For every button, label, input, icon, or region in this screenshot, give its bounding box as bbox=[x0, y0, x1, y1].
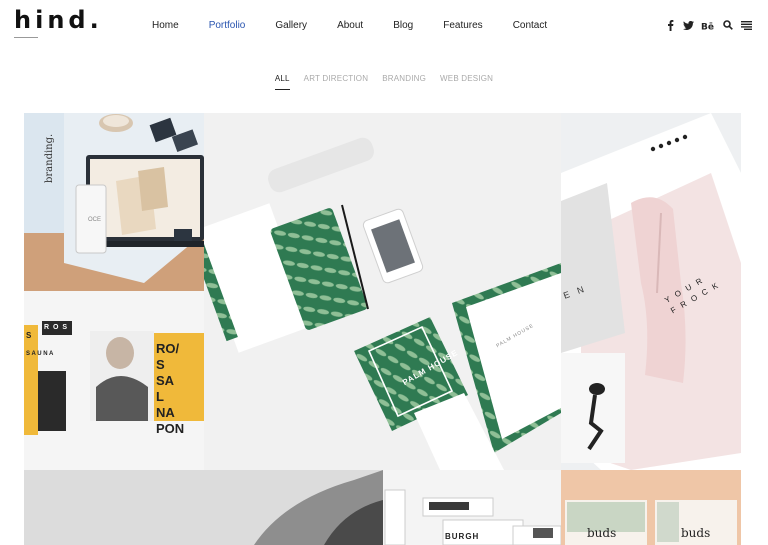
rosa-letter-1: RO/ bbox=[156, 341, 180, 356]
rosa-letter-2: S bbox=[156, 357, 165, 372]
portfolio-tile-burgh[interactable]: BURGH bbox=[383, 470, 561, 545]
portfolio-tile-palm-house[interactable]: PALM HOUSE PALM HOUSE bbox=[204, 113, 561, 470]
rosa-letter-5: NA bbox=[156, 405, 175, 420]
main-nav: Home Portfolio Gallery About Blog Featur… bbox=[152, 18, 577, 34]
portfolio-tile-portrait[interactable] bbox=[24, 470, 383, 545]
rosa-small-3: S bbox=[26, 331, 32, 340]
portfolio-filters: ALL ART DIRECTION BRANDING WEB DESIGN bbox=[0, 74, 768, 90]
svg-text:Bē: Bē bbox=[701, 22, 714, 30]
nav-item-features[interactable]: Features bbox=[443, 18, 482, 34]
portfolio-tile-rosa[interactable]: RO/ S SA L NA PON R O S S A U N A S bbox=[24, 291, 204, 470]
facebook-icon[interactable] bbox=[664, 18, 676, 32]
nav-item-about[interactable]: About bbox=[337, 18, 363, 34]
oce-label: OCE bbox=[88, 217, 102, 223]
search-icon[interactable] bbox=[722, 18, 734, 32]
nav-item-gallery[interactable]: Gallery bbox=[275, 18, 307, 34]
buds-label-1: buds bbox=[587, 526, 617, 540]
nav-item-contact[interactable]: Contact bbox=[513, 18, 547, 34]
nav-item-blog[interactable]: Blog bbox=[393, 18, 413, 34]
filter-web-design[interactable]: WEB DESIGN bbox=[440, 74, 493, 90]
behance-icon[interactable]: Bē bbox=[700, 18, 716, 32]
portfolio-tile-your-frock[interactable]: Y O U R F R O C K E N bbox=[561, 113, 741, 470]
twitter-icon[interactable] bbox=[682, 18, 694, 32]
rosa-small-1: R O S bbox=[44, 324, 69, 331]
site-logo[interactable]: hind. bbox=[14, 6, 103, 34]
filter-all[interactable]: ALL bbox=[274, 74, 290, 90]
portfolio-tile-buds[interactable]: buds buds bbox=[561, 470, 741, 545]
portfolio-tile-branding[interactable]: branding. OCE bbox=[24, 113, 204, 291]
site-header: hind. Home Portfolio Gallery About Blog … bbox=[0, 0, 768, 60]
rosa-letter-3: SA bbox=[156, 373, 175, 388]
nav-item-home[interactable]: Home bbox=[152, 18, 179, 34]
palm-house-image bbox=[204, 137, 561, 470]
buds-label-2: buds bbox=[681, 526, 711, 540]
logo-underline bbox=[14, 37, 38, 38]
filter-art-direction[interactable]: ART DIRECTION bbox=[304, 74, 369, 90]
filter-branding[interactable]: BRANDING bbox=[382, 74, 426, 90]
portrait-image bbox=[24, 470, 383, 545]
nav-item-portfolio[interactable]: Portfolio bbox=[209, 18, 246, 34]
header-icons: Bē bbox=[658, 18, 752, 32]
branding-label: branding. bbox=[44, 133, 55, 183]
rosa-letter-4: L bbox=[156, 389, 164, 404]
menu-icon[interactable] bbox=[740, 18, 752, 32]
rosa-letter-6: PON bbox=[156, 421, 185, 436]
burgh-label: BURGH bbox=[445, 532, 480, 541]
rosa-small-2: S A U N A bbox=[26, 351, 54, 357]
